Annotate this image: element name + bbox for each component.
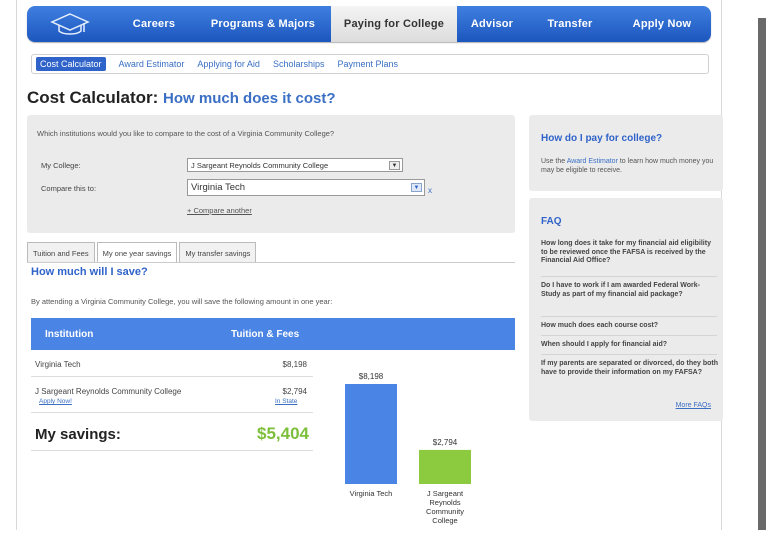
faq-item[interactable]: Do I have to work if I am awarded Federa… xyxy=(541,282,719,299)
row-divider xyxy=(31,376,313,377)
faq-heading: FAQ xyxy=(541,216,562,227)
nav-transfer[interactable]: Transfer xyxy=(527,6,613,42)
page-container: Careers Programs & Majors Paying for Col… xyxy=(16,0,723,530)
tab-transfer-savings[interactable]: My transfer savings xyxy=(179,242,257,263)
savings-heading: How much will I save? xyxy=(31,266,148,278)
faq-item[interactable]: If my parents are separated or divorced,… xyxy=(541,360,719,377)
savings-intro: By attending a Virginia Community Colleg… xyxy=(31,297,333,306)
chart-bar-0 xyxy=(345,384,397,484)
chart-bar-1 xyxy=(419,449,471,484)
tab-tuition-and-fees[interactable]: Tuition and Fees xyxy=(27,242,95,263)
how-to-pay-heading: How do I pay for college? xyxy=(541,133,663,144)
in-state-link[interactable]: In State xyxy=(275,398,297,405)
chart-value-label: $8,198 xyxy=(359,372,384,381)
savings-bar-chart: $8,198 Virginia Tech $2,794 J Sargeant Reyno… xyxy=(345,372,471,525)
faq-item[interactable]: How long does it take for my financial a… xyxy=(541,240,719,266)
main-navigation: Careers Programs & Majors Paying for Col… xyxy=(27,6,711,42)
tab-divider xyxy=(27,262,515,263)
award-estimator-link[interactable]: Award Estimator xyxy=(567,158,618,165)
subnav-scholarships[interactable]: Scholarships xyxy=(273,59,325,69)
my-college-select[interactable]: J Sargeant Reynolds Community College ▼ xyxy=(187,158,403,172)
col-institution: Institution xyxy=(45,329,94,340)
chart-value-label: $2,794 xyxy=(433,438,458,447)
row-divider xyxy=(31,412,313,413)
nav-advisor[interactable]: Advisor xyxy=(457,6,527,42)
faq-divider xyxy=(541,354,717,355)
more-faqs-link[interactable]: More FAQs xyxy=(676,402,711,409)
my-college-label: My College: xyxy=(41,161,81,170)
remove-comparison-link[interactable]: x xyxy=(428,186,432,195)
col-tuition-fees: Tuition & Fees xyxy=(231,329,300,340)
page-title: Cost Calculator: How much does it cost? xyxy=(27,88,336,108)
faq-item[interactable]: How much does each course cost? xyxy=(541,322,719,331)
row2-tuition: $2,794 xyxy=(282,387,307,396)
chart-category-label: Virginia Tech xyxy=(350,489,393,498)
page-subtitle: How much does it cost? xyxy=(163,90,336,107)
pay-text-before: Use the xyxy=(541,158,567,165)
chevron-down-icon[interactable]: ▼ xyxy=(411,183,422,192)
how-to-pay-panel: How do I pay for college? Use the Award … xyxy=(529,115,723,191)
chevron-down-icon[interactable]: ▼ xyxy=(389,161,400,170)
compare-another-link[interactable]: + Compare another xyxy=(187,206,252,215)
subnav-cost-calculator[interactable]: Cost Calculator xyxy=(36,57,106,71)
how-to-pay-text: Use the Award Estimator to learn how muc… xyxy=(541,157,716,175)
nav-careers[interactable]: Careers xyxy=(113,6,195,42)
row1-tuition: $8,198 xyxy=(282,360,307,369)
compare-question: Which institutions would you like to com… xyxy=(37,129,335,138)
savings-table-header: Institution Tuition & Fees xyxy=(31,318,515,350)
chart-category-label: J Sargeant Reynolds Community College xyxy=(426,489,464,525)
savings-tabs: Tuition and Fees My one year savings My … xyxy=(27,242,257,263)
row2-institution: J Sargeant Reynolds Community College xyxy=(35,387,182,396)
my-college-value: J Sargeant Reynolds Community College xyxy=(191,160,329,170)
tab-one-year-savings[interactable]: My one year savings xyxy=(96,242,178,263)
savings-label: My savings: xyxy=(35,426,121,443)
row-divider xyxy=(31,450,313,451)
apply-now-link[interactable]: Apply Now! xyxy=(39,398,72,405)
faq-panel: FAQ How long does it take for my financi… xyxy=(529,198,723,421)
compare-to-value: Virginia Tech xyxy=(191,182,246,193)
faq-divider xyxy=(541,276,717,277)
nav-programs-majors[interactable]: Programs & Majors xyxy=(195,6,331,42)
sub-navigation: Cost Calculator Award Estimator Applying… xyxy=(31,54,709,74)
vertical-scrollbar[interactable] xyxy=(758,18,766,530)
graduation-cap-logo-icon[interactable] xyxy=(27,6,113,42)
nav-apply-now[interactable]: Apply Now xyxy=(613,6,711,42)
faq-divider xyxy=(541,316,717,317)
savings-value: $5,404 xyxy=(257,424,309,443)
subnav-award-estimator[interactable]: Award Estimator xyxy=(119,59,185,69)
compare-to-select[interactable]: Virginia Tech ▼ xyxy=(187,179,425,196)
nav-paying-for-college[interactable]: Paying for College xyxy=(331,6,457,42)
faq-item[interactable]: When should I apply for financial aid? xyxy=(541,341,719,350)
faq-divider xyxy=(541,335,717,336)
compare-panel: Which institutions would you like to com… xyxy=(27,115,515,233)
subnav-applying-for-aid[interactable]: Applying for Aid xyxy=(197,59,260,69)
compare-to-label: Compare this to: xyxy=(41,184,97,193)
subnav-payment-plans[interactable]: Payment Plans xyxy=(337,59,398,69)
row1-institution: Virginia Tech xyxy=(35,360,81,369)
page-title-main: Cost Calculator: xyxy=(27,88,159,107)
